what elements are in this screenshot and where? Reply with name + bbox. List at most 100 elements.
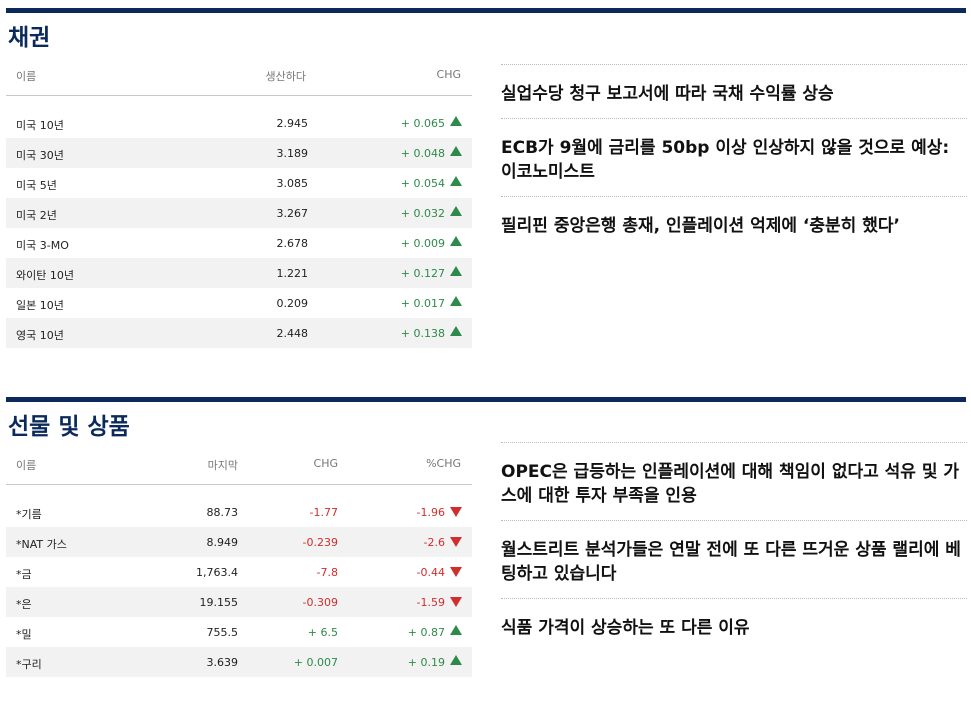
row-name: 일본 10년	[16, 299, 64, 312]
table-row[interactable]: *기름 88.73 -1.77 -1.96	[6, 497, 472, 527]
row-name: 미국 2년	[16, 209, 57, 222]
triangle-up-icon	[450, 296, 462, 306]
row-yield: 3.085	[276, 177, 309, 190]
row-pct-chg: -0.44	[416, 566, 445, 579]
news-item: 실업수당 청구 보고서에 따라 국채 수익률 상승	[501, 64, 967, 118]
row-name: 미국 5년	[16, 179, 57, 192]
row-yield: 0.209	[276, 297, 309, 310]
table-row[interactable]: *은 19.155 -0.309 -1.59	[6, 587, 472, 617]
bonds-table-header: 이름 생산하다 CHG	[6, 62, 472, 96]
row-last: 3.639	[206, 656, 239, 669]
table-row[interactable]: 와이탄 10년 1.221 + 0.127	[6, 258, 472, 288]
row-yield: 3.267	[276, 207, 309, 220]
futures-table: 이름 마지막 CHG %CHG *기름 88.73 -1.77 -1.96 *N…	[6, 451, 472, 677]
row-name: *기름	[16, 508, 42, 521]
row-chg: -1.77	[309, 506, 338, 519]
section-top-rule	[6, 397, 966, 402]
row-pct-chg: + 0.19	[407, 656, 445, 669]
row-pct-chg: -1.96	[416, 506, 445, 519]
row-yield: 3.189	[276, 147, 309, 160]
row-chg: + 0.065	[400, 117, 445, 130]
row-yield: 2.945	[276, 117, 309, 130]
row-last: 88.73	[206, 506, 239, 519]
triangle-up-icon	[450, 176, 462, 186]
row-chg: -0.309	[302, 596, 338, 609]
header-name: 이름	[16, 459, 37, 472]
row-name: 미국 30년	[16, 149, 64, 162]
row-chg: -0.239	[302, 536, 338, 549]
row-name: 영국 10년	[16, 329, 64, 342]
triangle-up-icon	[450, 655, 462, 665]
triangle-up-icon	[450, 326, 462, 336]
triangle-down-icon	[450, 507, 462, 517]
row-chg: + 0.138	[400, 327, 445, 340]
row-name: *밀	[16, 628, 32, 641]
header-yield: 생산하다	[265, 70, 306, 83]
news-item: 월스트리트 분석가들은 연말 전에 또 다른 뜨거운 상품 랠리에 베팅하고 있…	[501, 520, 967, 598]
header-pct-chg: %CHG	[426, 457, 461, 470]
news-headline-link[interactable]: 필리핀 중앙은행 총재, 인플레이션 억제에 ‘충분히 했다’	[501, 214, 967, 238]
news-headline-link[interactable]: 실업수당 청구 보고서에 따라 국채 수익률 상승	[501, 82, 967, 106]
news-headline-link[interactable]: ECB가 9월에 금리를 50bp 이상 인상하지 않을 것으로 예상: 이코노…	[501, 136, 967, 184]
triangle-up-icon	[450, 236, 462, 246]
row-name: 와이탄 10년	[16, 269, 74, 282]
news-item: OPEC은 급등하는 인플레이션에 대해 책임이 없다고 석유 및 가스에 대한…	[501, 442, 967, 520]
futures-news-list: OPEC은 급등하는 인플레이션에 대해 책임이 없다고 석유 및 가스에 대한…	[501, 442, 967, 652]
triangle-up-icon	[450, 146, 462, 156]
row-name: *구리	[16, 658, 42, 671]
row-pct-chg: + 0.87	[407, 626, 445, 639]
triangle-up-icon	[450, 625, 462, 635]
news-item: 필리핀 중앙은행 총재, 인플레이션 억제에 ‘충분히 했다’	[501, 196, 967, 250]
triangle-down-icon	[450, 567, 462, 577]
news-item: ECB가 9월에 금리를 50bp 이상 인상하지 않을 것으로 예상: 이코노…	[501, 118, 967, 196]
table-row[interactable]: 일본 10년 0.209 + 0.017	[6, 288, 472, 318]
row-yield: 2.678	[276, 237, 309, 250]
row-chg: + 0.054	[400, 177, 445, 190]
news-headline-link[interactable]: 식품 가격이 상승하는 또 다른 이유	[501, 616, 967, 640]
bonds-title: 채권	[8, 25, 51, 51]
table-row[interactable]: 미국 5년 3.085 + 0.054	[6, 168, 472, 198]
row-chg: + 0.009	[400, 237, 445, 250]
table-row[interactable]: 미국 2년 3.267 + 0.032	[6, 198, 472, 228]
table-row[interactable]: 미국 3-MO 2.678 + 0.009	[6, 228, 472, 258]
row-chg: + 0.007	[293, 656, 338, 669]
row-last: 19.155	[199, 596, 239, 609]
triangle-up-icon	[450, 266, 462, 276]
triangle-down-icon	[450, 537, 462, 547]
row-chg: + 0.032	[400, 207, 445, 220]
row-name: *금	[16, 568, 32, 581]
row-last: 8.949	[206, 536, 239, 549]
triangle-up-icon	[450, 116, 462, 126]
news-headline-link[interactable]: 월스트리트 분석가들은 연말 전에 또 다른 뜨거운 상품 랠리에 베팅하고 있…	[501, 538, 967, 586]
bonds-news-list: 실업수당 청구 보고서에 따라 국채 수익률 상승 ECB가 9월에 금리를 5…	[501, 64, 967, 250]
futures-table-header: 이름 마지막 CHG %CHG	[6, 451, 472, 485]
triangle-down-icon	[450, 597, 462, 607]
header-name: 이름	[16, 70, 37, 83]
row-chg: -7.8	[316, 566, 338, 579]
bonds-table: 이름 생산하다 CHG 미국 10년 2.945 + 0.065 미국 30년 …	[6, 62, 472, 348]
table-row[interactable]: *밀 755.5 + 6.5 + 0.87	[6, 617, 472, 647]
table-row[interactable]: *NAT 가스 8.949 -0.239 -2.6	[6, 527, 472, 557]
row-chg: + 6.5	[307, 626, 338, 639]
section-top-rule	[6, 8, 966, 13]
row-yield: 1.221	[276, 267, 309, 280]
row-name: *은	[16, 598, 32, 611]
table-row[interactable]: *금 1,763.4 -7.8 -0.44	[6, 557, 472, 587]
futures-section: 선물 및 상품 이름 마지막 CHG %CHG *기름 88.73 -1.77 …	[6, 397, 967, 677]
row-chg: + 0.127	[400, 267, 445, 280]
triangle-up-icon	[450, 206, 462, 216]
futures-title: 선물 및 상품	[8, 414, 130, 440]
table-row[interactable]: 미국 30년 3.189 + 0.048	[6, 138, 472, 168]
news-headline-link[interactable]: OPEC은 급등하는 인플레이션에 대해 책임이 없다고 석유 및 가스에 대한…	[501, 460, 967, 508]
table-row[interactable]: *구리 3.639 + 0.007 + 0.19	[6, 647, 472, 677]
news-item: 식품 가격이 상승하는 또 다른 이유	[501, 598, 967, 652]
header-last: 마지막	[207, 459, 238, 472]
header-chg: CHG	[436, 68, 461, 81]
header-chg: CHG	[313, 457, 338, 470]
row-pct-chg: -1.59	[416, 596, 445, 609]
table-row[interactable]: 영국 10년 2.448 + 0.138	[6, 318, 472, 348]
bonds-section: 채권 이름 생산하다 CHG 미국 10년 2.945 + 0.065 미국 3…	[6, 8, 967, 348]
table-row[interactable]: 미국 10년 2.945 + 0.065	[6, 108, 472, 138]
row-name: 미국 3-MO	[16, 239, 69, 252]
row-chg: + 0.048	[400, 147, 445, 160]
